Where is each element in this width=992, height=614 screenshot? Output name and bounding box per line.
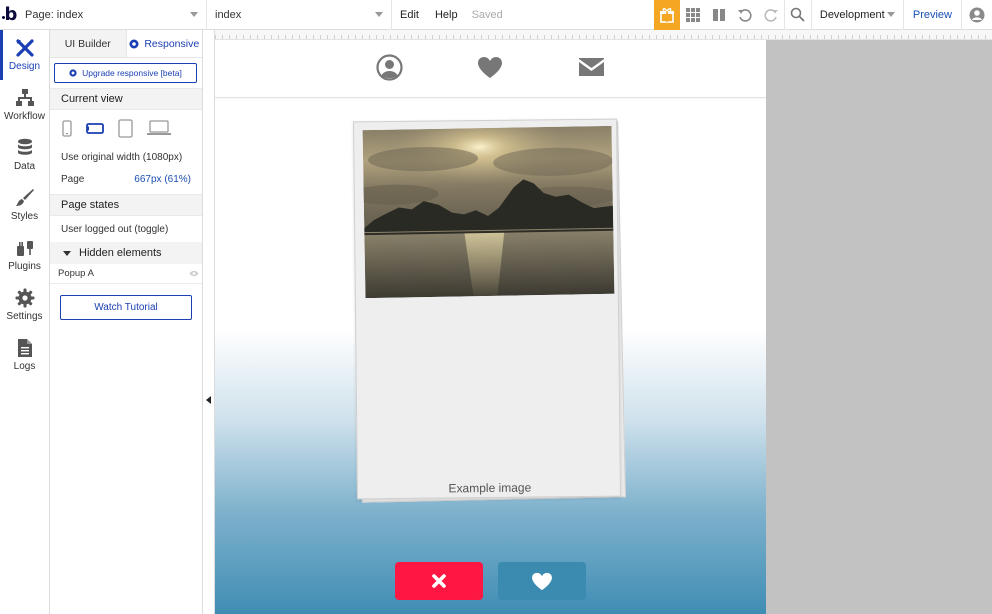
sunset-landscape-image — [362, 125, 615, 299]
horizontal-ruler — [215, 30, 992, 40]
laptop-icon[interactable] — [147, 120, 171, 136]
example-photo — [362, 125, 615, 299]
grid-icon — [685, 7, 700, 22]
rail-logs[interactable]: Logs — [0, 330, 49, 380]
upgrade-responsive-button[interactable]: Upgrade responsive [beta] — [54, 63, 197, 83]
columns-icon — [712, 8, 725, 21]
gift-button[interactable] — [653, 0, 680, 30]
chevron-down-icon — [886, 12, 895, 17]
rail-data[interactable]: Data — [0, 130, 49, 180]
element-selector-label: index — [215, 8, 242, 21]
panel-tabs: UI Builder Responsive — [50, 30, 202, 58]
bubble-logo[interactable]: b — [0, 0, 22, 30]
responsive-panel: UI Builder Responsive Upgrade responsive… — [50, 30, 203, 614]
redo-icon — [764, 8, 778, 22]
search-button[interactable] — [785, 0, 811, 30]
caret-down-icon — [63, 250, 71, 256]
element-selector[interactable]: index — [207, 0, 392, 30]
mail-icon[interactable] — [578, 57, 605, 77]
page-state-item[interactable]: User logged out (toggle) — [50, 216, 202, 242]
panel-collapse-handle[interactable] — [203, 30, 215, 614]
page-width-value[interactable]: 667px (61%) — [134, 174, 191, 185]
environment-label: Development — [819, 8, 885, 21]
page-state-label: User logged out (toggle) — [61, 223, 169, 235]
user-circle-icon — [969, 7, 985, 22]
responsive-icon — [129, 39, 139, 48]
hidden-element-item[interactable]: Popup A — [50, 264, 202, 284]
current-view-heading: Current view — [50, 88, 202, 110]
rail-settings[interactable]: Settings — [0, 280, 49, 330]
page-width-label: Page — [61, 173, 85, 185]
columns-button[interactable] — [706, 0, 732, 30]
tab-ui-builder[interactable]: UI Builder — [50, 30, 126, 57]
tab-responsive[interactable]: Responsive — [125, 30, 202, 57]
hidden-element-label: Popup A — [58, 268, 94, 279]
eye-icon[interactable] — [189, 270, 199, 277]
page-canvas[interactable]: Example image — [215, 40, 766, 614]
hidden-elements-heading: Hidden elements — [79, 247, 162, 259]
rail-label: Settings — [6, 311, 43, 322]
plug-icon — [16, 241, 33, 256]
profile-icon[interactable] — [376, 54, 403, 81]
original-width-toggle[interactable]: Use original width (1080px) — [50, 146, 202, 168]
account-button[interactable] — [962, 0, 992, 30]
rail-design[interactable]: Design — [0, 30, 49, 80]
rail-label: Design — [8, 61, 41, 72]
workflow-icon — [15, 89, 34, 106]
top-bar: b Page: index index Edit Help Saved Deve… — [0, 0, 992, 30]
heart-icon — [532, 572, 552, 590]
brush-icon — [15, 189, 34, 206]
redo-button[interactable] — [758, 0, 784, 30]
search-icon — [791, 7, 806, 22]
tablet-icon[interactable] — [118, 118, 133, 138]
design-icon — [15, 39, 34, 57]
watch-tutorial-button[interactable]: Watch Tutorial — [60, 295, 192, 320]
like-button[interactable] — [498, 562, 586, 600]
phone-landscape-icon[interactable] — [86, 122, 104, 134]
rail-label: Plugins — [8, 261, 41, 272]
help-menu[interactable]: Help — [427, 9, 466, 21]
app-header[interactable] — [215, 40, 766, 98]
heart-icon[interactable] — [477, 56, 503, 79]
rail-plugins[interactable]: Plugins — [0, 230, 49, 280]
rail-label: Workflow — [4, 111, 45, 122]
gear-icon — [15, 288, 34, 308]
chevron-down-icon — [190, 12, 198, 17]
environment-selector[interactable]: Development — [810, 0, 903, 30]
chevron-down-icon — [375, 12, 383, 17]
document-icon — [17, 339, 32, 357]
undo-icon — [737, 8, 752, 22]
view-selector — [50, 110, 202, 146]
rail-workflow[interactable]: Workflow — [0, 80, 49, 130]
original-width-label: Use original width (1080px) — [61, 151, 183, 163]
save-status: Saved — [471, 8, 503, 21]
page-width-row: Page 667px (61%) — [50, 168, 202, 190]
rail-styles[interactable]: Styles — [0, 180, 49, 230]
grid-button[interactable] — [680, 0, 706, 30]
preview-button[interactable]: Preview — [902, 0, 962, 30]
undo-button[interactable] — [732, 0, 758, 30]
hidden-elements-toggle[interactable]: Hidden elements — [50, 242, 202, 264]
rail-label: Styles — [10, 211, 39, 222]
page-selector-label: Page: index — [25, 8, 84, 21]
page-selector[interactable]: Page: index — [22, 0, 207, 30]
rail-label: Logs — [13, 361, 36, 372]
close-icon — [432, 574, 446, 588]
page-states-heading: Page states — [50, 194, 202, 216]
collapse-arrow-icon — [206, 396, 211, 404]
database-icon — [17, 138, 32, 155]
phone-portrait-icon[interactable] — [62, 119, 72, 137]
card-caption: Example image — [448, 480, 532, 496]
canvas-outside-area — [766, 40, 992, 614]
edit-menu[interactable]: Edit — [392, 9, 427, 21]
dislike-button[interactable] — [395, 562, 483, 600]
gift-icon — [659, 7, 674, 23]
left-nav-rail: Design Workflow Data Styles Plugins Sett… — [0, 30, 50, 614]
profile-card[interactable]: Example image — [353, 118, 621, 500]
responsive-icon — [69, 69, 77, 77]
rail-label: Data — [13, 161, 36, 172]
